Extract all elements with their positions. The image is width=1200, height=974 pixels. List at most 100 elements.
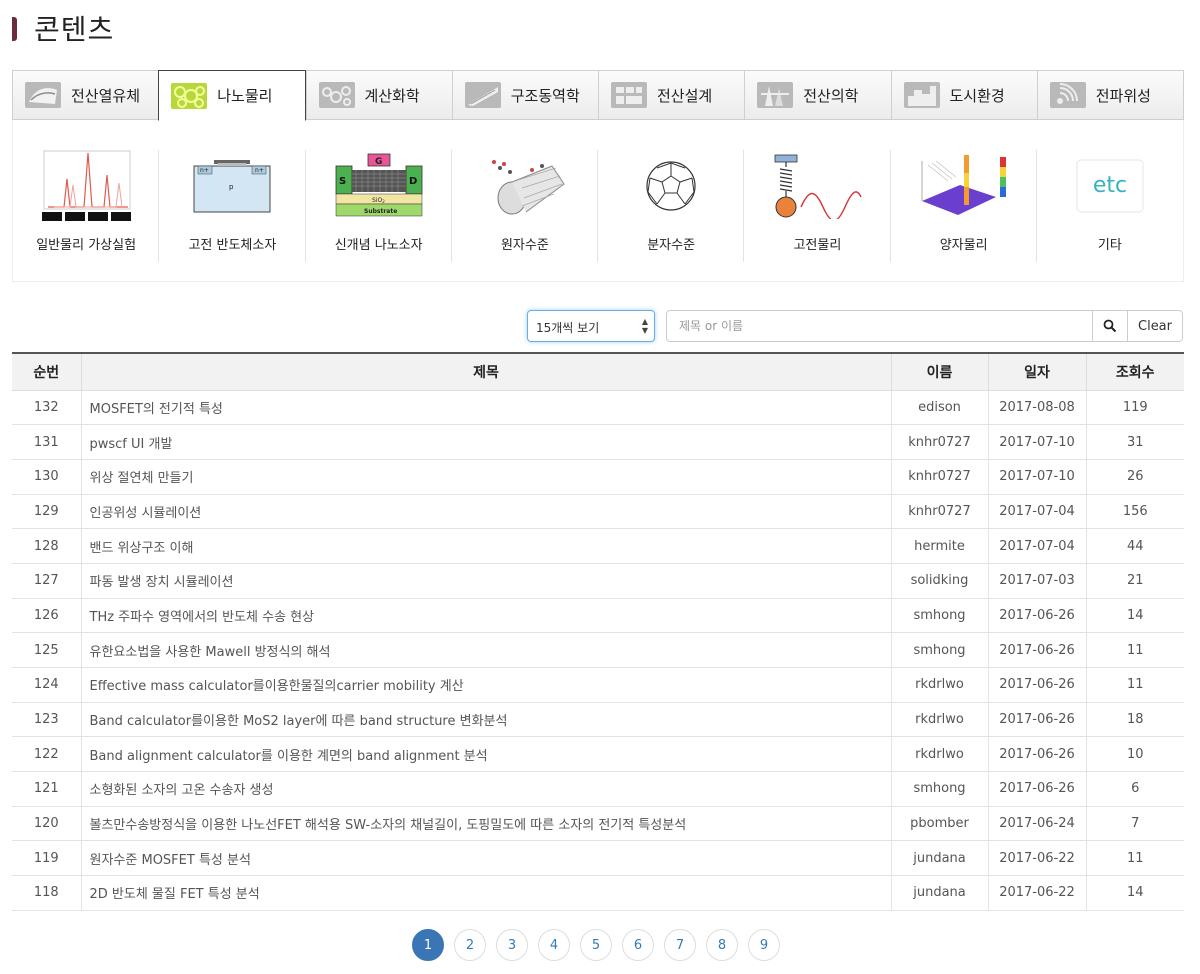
fullerene-icon: [646, 161, 696, 211]
row-title[interactable]: pwscf UI 개발: [80, 424, 891, 460]
row-title[interactable]: MOSFET의 전기적 특성: [80, 390, 891, 426]
subcategory-classic-semiconductor[interactable]: n+ n+ p 고전 반도체소자: [159, 120, 306, 281]
page-title: 콘텐츠: [34, 13, 115, 46]
column-header-no: 순번: [12, 353, 81, 391]
page-8-button[interactable]: 8: [706, 929, 738, 961]
row-title[interactable]: 원자수준 MOSFET 특성 분석: [80, 840, 891, 877]
table-row[interactable]: 121 소형화된 소자의 고온 수송자 생성 smhong 2017-06-26 6: [12, 771, 1184, 807]
row-title[interactable]: 파동 발생 장치 시뮬레이션: [80, 563, 891, 599]
row-views: 14: [1085, 598, 1184, 634]
subcategory-label: 일반물리 가상실험: [36, 238, 137, 253]
page-2-button[interactable]: 2: [454, 929, 486, 961]
list-controls: 15개씩 보기 ▲▼ Clear: [0, 310, 1200, 344]
table-row[interactable]: 130 위상 절연체 만들기 knhr0727 2017-07-10 26: [12, 459, 1184, 495]
subcategory-grid: 일반물리 가상실험 n+ n+ p 고전 반도체소자 G S D SiO2 Su…: [12, 120, 1184, 282]
table-row[interactable]: 129 인공위성 시뮬레이션 knhr0727 2017-07-04 156: [12, 494, 1184, 530]
subcategory-atomic[interactable]: 원자수준: [452, 120, 599, 281]
row-number: 120: [12, 806, 81, 842]
row-title[interactable]: 볼츠만수송방정식을 이용한 나노선FET 해석용 SW-소자의 채널길이, 도핑…: [80, 806, 891, 842]
row-title[interactable]: Band alignment calculator를 이용한 계면의 band …: [80, 736, 891, 773]
chemistry-icon: [318, 82, 355, 108]
tab-medical[interactable]: 전산의학: [744, 70, 891, 120]
row-author: smhong: [890, 771, 988, 807]
row-title[interactable]: 밴드 위상구조 이해: [80, 528, 891, 564]
row-views: 21: [1085, 563, 1184, 599]
subcategory-classical-physics[interactable]: 고전물리: [744, 120, 891, 281]
row-author: jundana: [890, 840, 988, 877]
column-header-title: 제목: [80, 353, 891, 391]
page-1-button[interactable]: 1: [412, 929, 444, 961]
nanotube-transistor-icon: G S D SiO2 Substrate: [335, 153, 423, 217]
tab-label: 전산의학: [803, 86, 859, 105]
page-9-button[interactable]: 9: [748, 929, 780, 961]
row-number: 124: [12, 667, 81, 703]
row-date: 2017-06-26: [987, 702, 1086, 738]
subcategory-general-physics[interactable]: 일반물리 가상실험: [13, 120, 160, 281]
row-title[interactable]: 유한요소법을 사용한 Mawell 방정식의 해석: [80, 632, 891, 668]
row-title[interactable]: 2D 반도체 물질 FET 특성 분석: [80, 875, 891, 911]
table-row[interactable]: 128 밴드 위상구조 이해 hermite 2017-07-04 44: [12, 528, 1184, 564]
row-date: 2017-06-26: [987, 736, 1086, 773]
clear-button[interactable]: Clear: [1127, 310, 1183, 342]
row-author: rkdrlwo: [890, 702, 988, 738]
select-arrows-icon: ▲ ▼: [641, 317, 648, 335]
tab-city[interactable]: 도시환경: [890, 70, 1037, 120]
row-number: 123: [12, 702, 81, 738]
tab-design[interactable]: 전산설계: [598, 70, 745, 120]
quantum-plot-icon: [921, 155, 1006, 215]
svg-text:n+: n+: [200, 167, 209, 174]
row-author: rkdrlwo: [890, 736, 988, 773]
atomic-tube-icon: [491, 160, 565, 215]
row-title[interactable]: 위상 절연체 만들기: [80, 459, 891, 495]
row-number: 122: [12, 736, 81, 773]
table-row[interactable]: 120 볼츠만수송방정식을 이용한 나노선FET 해석용 SW-소자의 채널길이,…: [12, 806, 1184, 842]
subcategory-quantum[interactable]: 양자물리: [891, 120, 1038, 281]
tab-radio[interactable]: 전파위성: [1036, 70, 1184, 120]
table-row[interactable]: 132 MOSFET의 전기적 특성 edison 2017-08-08 119: [12, 390, 1184, 426]
title-accent-bar: [12, 17, 17, 41]
subcategory-nano-device[interactable]: G S D SiO2 Substrate 신개념 나노소자: [306, 120, 453, 281]
table-row[interactable]: 131 pwscf UI 개발 knhr0727 2017-07-10 31: [12, 424, 1184, 460]
row-title[interactable]: Effective mass calculator를이용한물질의carrier …: [80, 667, 891, 703]
search-button[interactable]: [1092, 310, 1128, 342]
subcategory-label: 신개념 나노소자: [334, 238, 423, 253]
page-4-button[interactable]: 4: [538, 929, 570, 961]
table-row[interactable]: 118 2D 반도체 물질 FET 특성 분석 jundana 2017-06-22 1…: [12, 875, 1184, 911]
table-row[interactable]: 119 원자수준 MOSFET 특성 분석 jundana 2017-06-22 11: [12, 840, 1184, 877]
search-input[interactable]: [666, 310, 1093, 342]
table-row[interactable]: 126 THz 주파수 영역에서의 반도체 수송 현상 smhong 2017-06-…: [12, 598, 1184, 634]
page-5-button[interactable]: 5: [580, 929, 612, 961]
tab-structure[interactable]: 구조동역학: [451, 70, 598, 120]
row-author: hermite: [890, 528, 988, 564]
row-views: 11: [1085, 632, 1184, 668]
subcategory-etc[interactable]: etc 기타: [1037, 120, 1183, 281]
row-title[interactable]: 소형화된 소자의 고온 수송자 생성: [80, 771, 891, 807]
page-3-button[interactable]: 3: [496, 929, 528, 961]
tab-fluid[interactable]: 전산열유체: [12, 70, 159, 120]
row-author: rkdrlwo: [890, 667, 988, 703]
tab-label: 계산화학: [364, 86, 420, 105]
page-size-select[interactable]: 15개씩 보기 ▲ ▼: [527, 310, 655, 342]
row-title[interactable]: Band calculator를이용한 MoS2 layer에 따른 band …: [80, 702, 891, 738]
page-7-button[interactable]: 7: [664, 929, 696, 961]
row-title[interactable]: THz 주파수 영역에서의 반도체 수송 현상: [80, 598, 891, 634]
table-row[interactable]: 124 Effective mass calculator를이용한물질의carri…: [12, 667, 1184, 703]
table-row[interactable]: 125 유한요소법을 사용한 Mawell 방정식의 해석 smhong 2017-0…: [12, 632, 1184, 668]
table-row[interactable]: 123 Band calculator를이용한 MoS2 layer에 따른 ba…: [12, 702, 1184, 738]
table-row[interactable]: 122 Band alignment calculator를 이용한 계면의 ba…: [12, 736, 1184, 773]
row-number: 121: [12, 771, 81, 807]
row-number: 127: [12, 563, 81, 599]
nano-icon: [171, 82, 208, 109]
row-number: 119: [12, 840, 81, 877]
tab-nano[interactable]: 나노물리: [158, 70, 306, 121]
row-title[interactable]: 인공위성 시뮬레이션: [80, 494, 891, 530]
subcategory-molecular[interactable]: 분자수준: [598, 120, 745, 281]
tab-chemistry[interactable]: 계산화학: [305, 70, 452, 120]
row-views: 18: [1085, 702, 1184, 738]
row-author: knhr0727: [890, 424, 988, 460]
table-row[interactable]: 127 파동 발생 장치 시뮬레이션 solidking 2017-07-03 21: [12, 563, 1184, 599]
svg-text:S: S: [339, 176, 346, 187]
page-6-button[interactable]: 6: [622, 929, 654, 961]
row-date: 2017-07-03: [987, 563, 1086, 599]
row-number: 118: [12, 875, 81, 911]
